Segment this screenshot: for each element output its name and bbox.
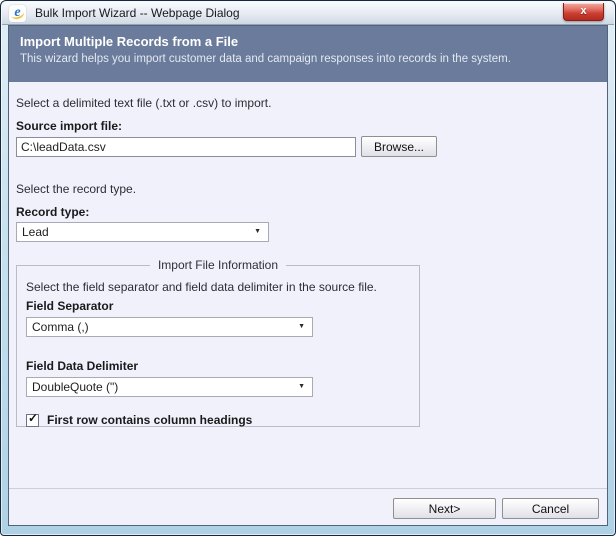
browse-button[interactable]: Browse...	[361, 136, 437, 157]
internet-explorer-icon: e	[9, 5, 26, 22]
close-button[interactable]: x	[563, 3, 604, 21]
source-file-input[interactable]	[16, 137, 356, 157]
separator-instruction: Select the field separator and field dat…	[26, 280, 410, 294]
check-icon: ✓	[28, 412, 38, 425]
first-row-checkbox-label: First row contains column headings	[47, 413, 252, 427]
page-subtitle: This wizard helps you import customer da…	[20, 53, 596, 65]
field-separator-label: Field Separator	[26, 299, 410, 313]
source-file-row: Browse...	[16, 136, 600, 157]
next-button[interactable]: Next>	[393, 498, 496, 519]
cancel-button[interactable]: Cancel	[502, 498, 599, 519]
wizard-content: Select a delimited text file (.txt or .c…	[9, 82, 607, 525]
chevron-down-icon: ▼	[298, 383, 305, 390]
record-type-label: Record type:	[16, 205, 600, 219]
field-separator-select[interactable]: Comma (,) ▼	[26, 317, 313, 337]
bulk-import-wizard-dialog: e Bulk Import Wizard -- Webpage Dialog x…	[0, 0, 616, 536]
record-type-selected-value: Lead	[22, 225, 49, 239]
page-title: Import Multiple Records from a File	[20, 34, 596, 49]
footer-button-bar: Next> Cancel	[9, 488, 607, 525]
import-file-information-groupbox: Import File Information Select the field…	[16, 258, 420, 427]
titlebar: e Bulk Import Wizard -- Webpage Dialog x	[2, 2, 614, 25]
source-file-label: Source import file:	[16, 119, 600, 133]
close-icon: x	[580, 6, 586, 17]
field-separator-selected-value: Comma (,)	[32, 320, 89, 334]
groupbox-legend: Import File Information	[150, 258, 286, 272]
field-delimiter-selected-value: DoubleQuote (")	[32, 380, 118, 394]
chevron-down-icon: ▼	[298, 323, 305, 330]
first-row-checkbox-row[interactable]: ✓ First row contains column headings	[26, 413, 410, 427]
file-instruction: Select a delimited text file (.txt or .c…	[16, 82, 600, 110]
wizard-header: Import Multiple Records from a File This…	[9, 26, 607, 82]
field-delimiter-select[interactable]: DoubleQuote (") ▼	[26, 377, 313, 397]
record-type-select[interactable]: Lead ▼	[16, 222, 269, 242]
dialog-body: Import Multiple Records from a File This…	[8, 25, 608, 526]
field-delimiter-label: Field Data Delimiter	[26, 359, 410, 373]
record-type-instruction: Select the record type.	[16, 157, 600, 196]
chevron-down-icon: ▼	[254, 228, 261, 235]
window-title: Bulk Import Wizard -- Webpage Dialog	[35, 6, 240, 20]
first-row-checkbox[interactable]: ✓	[26, 414, 39, 427]
